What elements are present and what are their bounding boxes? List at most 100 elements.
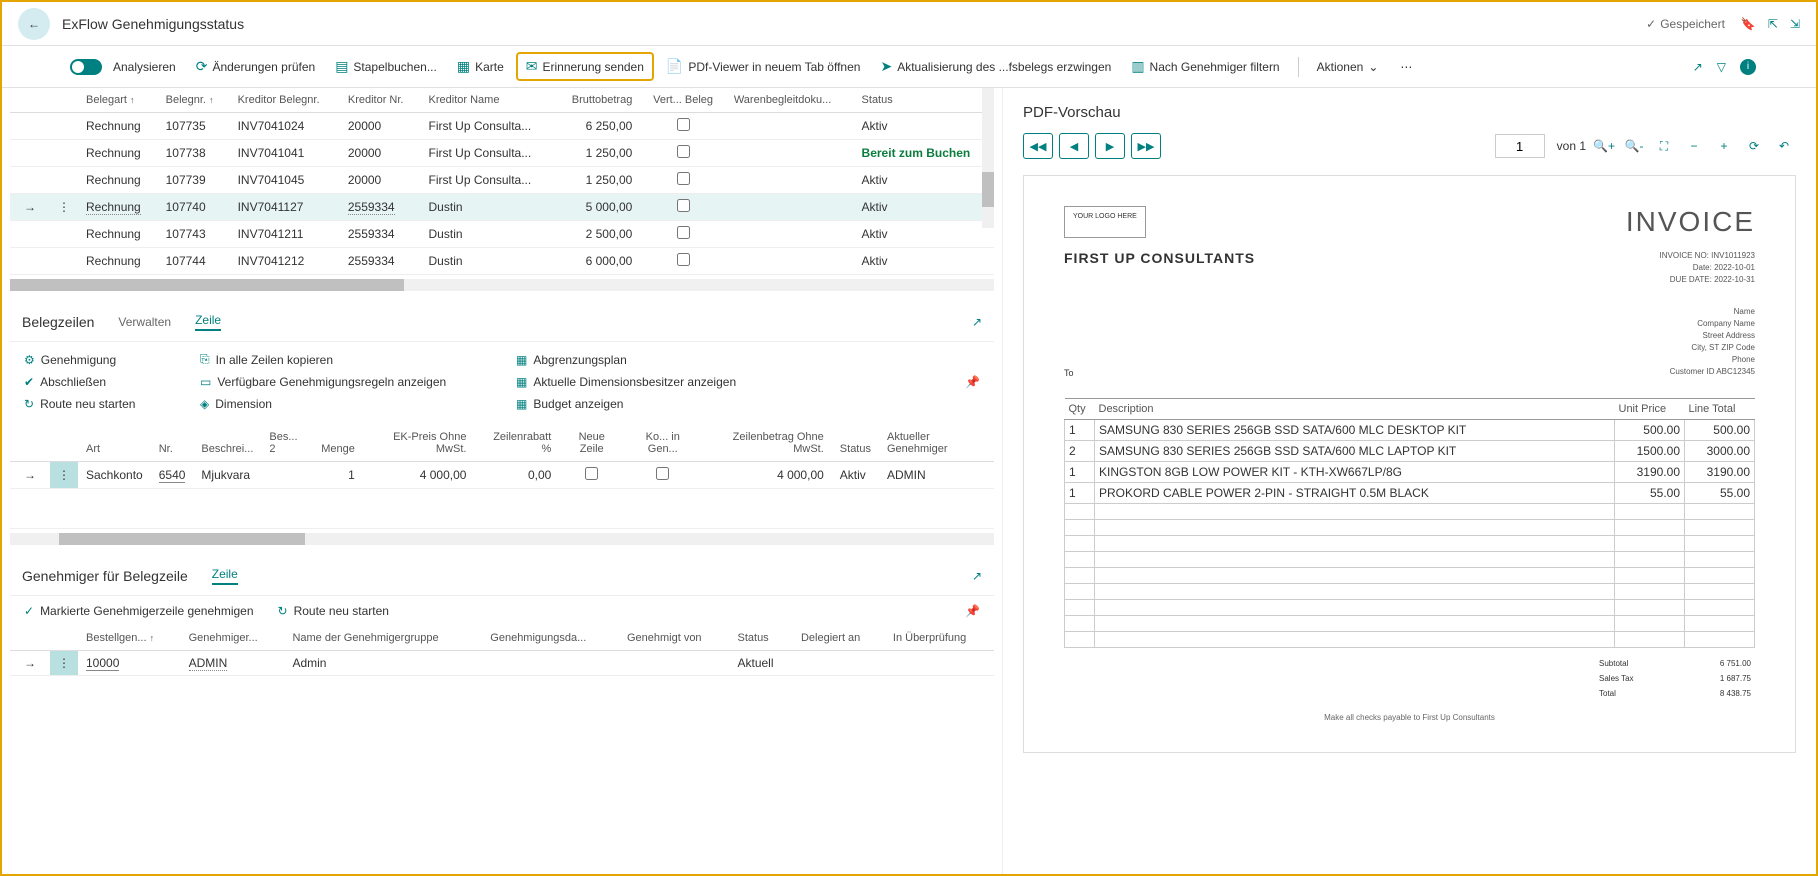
- minus-icon[interactable]: −: [1682, 134, 1706, 158]
- pin-icon[interactable]: 📌: [965, 375, 980, 389]
- row-menu[interactable]: [50, 221, 78, 248]
- tab-line[interactable]: Zeile: [212, 567, 238, 585]
- fit-icon[interactable]: ⛶: [1652, 134, 1676, 158]
- dim-owners-button[interactable]: ▦Aktuelle Dimensionsbesitzer anzeigen: [516, 375, 796, 389]
- prev-page-button[interactable]: ◀: [1059, 133, 1089, 159]
- col-approver[interactable]: Genehmiger...: [181, 626, 285, 651]
- col-desc[interactable]: Beschrei...: [193, 425, 261, 462]
- row-menu[interactable]: ⋮: [50, 651, 78, 676]
- col-no[interactable]: Nr.: [151, 425, 194, 462]
- col-unit-price[interactable]: EK-Preis Ohne MwSt.: [363, 425, 475, 462]
- col-type[interactable]: Art: [78, 425, 151, 462]
- more-icon[interactable]: ⋯: [1400, 60, 1412, 74]
- col-qty[interactable]: Menge: [313, 425, 363, 462]
- new-line-check[interactable]: [585, 467, 598, 480]
- col-status[interactable]: Status: [854, 88, 994, 113]
- col-status[interactable]: Status: [730, 626, 793, 651]
- col-doc-type[interactable]: Belegart ↑: [78, 88, 158, 113]
- row-menu[interactable]: ⋮: [50, 462, 78, 489]
- actions-dropdown[interactable]: Aktionen⌄: [1309, 56, 1387, 78]
- page-input[interactable]: [1495, 134, 1545, 158]
- share-icon[interactable]: ↗: [972, 315, 982, 329]
- info-icon[interactable]: i: [1740, 59, 1756, 75]
- col-ko-gen[interactable]: Ko... in Gen...: [624, 425, 701, 462]
- batch-book-button[interactable]: ▤Stapelbuchen...: [327, 54, 445, 79]
- horizontal-scrollbar[interactable]: [10, 279, 994, 291]
- col-discount[interactable]: Zeilenrabatt %: [474, 425, 559, 462]
- table-row[interactable]: Rechnung 107743 INV7041211 2559334 Dusti…: [10, 221, 994, 248]
- col-creditor-name[interactable]: Kreditor Name: [421, 88, 555, 113]
- col-approved-by[interactable]: Genehmigt von: [619, 626, 730, 651]
- no-link[interactable]: 6540: [159, 468, 186, 483]
- bookmark-icon[interactable]: 🔖: [1741, 17, 1756, 31]
- tab-line[interactable]: Zeile: [195, 313, 221, 331]
- col-conf-doc[interactable]: Vert... Beleg: [640, 88, 726, 113]
- filter-approver-button[interactable]: ▥Nach Genehmiger filtern: [1123, 54, 1287, 79]
- tab-manage[interactable]: Verwalten: [118, 315, 171, 329]
- table-row[interactable]: → ⋮ Rechnung 107740 INV7041127 2559334 D…: [10, 194, 994, 221]
- first-page-button[interactable]: ◀◀: [1023, 133, 1053, 159]
- col-order[interactable]: Bestellgen... ↑: [78, 626, 181, 651]
- force-update-button[interactable]: ➤Aktualisierung des ...fsbelegs erzwinge…: [872, 54, 1119, 79]
- pdf-new-tab-button[interactable]: 📄PDf-Viewer in neuem Tab öffnen: [658, 54, 869, 79]
- plus-icon[interactable]: +: [1712, 134, 1736, 158]
- table-row[interactable]: Rechnung 107735 INV7041024 20000 First U…: [10, 113, 994, 140]
- restart-route-button[interactable]: ↻Route neu starten: [278, 604, 389, 618]
- share-icon[interactable]: ↗: [972, 569, 982, 583]
- col-creditor-no[interactable]: Kreditor Nr.: [340, 88, 421, 113]
- col-goods-doc[interactable]: Warenbegleitdoku...: [726, 88, 854, 113]
- show-rules-button[interactable]: ▭Verfügbare Genehmigungsregeln anzeigen: [200, 375, 500, 389]
- row-menu[interactable]: [50, 113, 78, 140]
- col-approver[interactable]: Aktueller Genehmiger: [879, 425, 994, 462]
- conf-check[interactable]: [677, 118, 690, 131]
- ko-gen-check[interactable]: [656, 467, 669, 480]
- card-button[interactable]: ▦Karte: [449, 54, 512, 79]
- pin-icon[interactable]: 📌: [965, 604, 980, 618]
- restart-route-button[interactable]: ↻Route neu starten: [24, 397, 184, 411]
- zoom-out-icon[interactable]: 🔍-: [1622, 134, 1646, 158]
- approve-marked-button[interactable]: ✓Markierte Genehmigerzeile genehmigen: [24, 604, 254, 618]
- table-row[interactable]: Rechnung 107739 INV7041045 20000 First U…: [10, 167, 994, 194]
- vertical-scrollbar[interactable]: [982, 88, 994, 228]
- col-desc2[interactable]: Bes... 2: [261, 425, 313, 462]
- zoom-in-icon[interactable]: 🔍+: [1592, 134, 1616, 158]
- col-approval-date[interactable]: Genehmigungsda...: [482, 626, 619, 651]
- table-row[interactable]: Rechnung 107738 INV7041041 20000 First U…: [10, 140, 994, 167]
- col-doc-no[interactable]: Belegnr. ↑: [158, 88, 230, 113]
- accrual-button[interactable]: ▦Abgrenzungsplan: [516, 352, 796, 367]
- toggle-switch[interactable]: [70, 59, 102, 75]
- copy-all-button[interactable]: ⎘In alle Zeilen kopieren: [200, 352, 500, 367]
- conf-check[interactable]: [677, 199, 690, 212]
- share-icon[interactable]: ↗: [1693, 60, 1703, 74]
- row-menu[interactable]: ⋮: [50, 194, 78, 221]
- row-menu[interactable]: [50, 140, 78, 167]
- approver-row[interactable]: → ⋮ 10000 ADMIN Admin Aktuell: [10, 651, 994, 676]
- filter-pane-icon[interactable]: ▽: [1717, 60, 1726, 74]
- col-in-review[interactable]: In Überprüfung: [885, 626, 994, 651]
- line-row[interactable]: → ⋮ Sachkonto 6540 Mjukvara 1 4 000,00 0…: [10, 462, 994, 489]
- analyze-toggle[interactable]: Analysieren: [62, 55, 184, 79]
- col-creditor-doc-no[interactable]: Kreditor Belegnr.: [230, 88, 340, 113]
- col-line-amount[interactable]: Zeilenbetrag Ohne MwSt.: [701, 425, 831, 462]
- budget-button[interactable]: ▦Budget anzeigen: [516, 397, 796, 411]
- table-row[interactable]: Rechnung 107744 INV7041212 2559334 Dusti…: [10, 248, 994, 275]
- refresh-icon[interactable]: ⟳: [1742, 134, 1766, 158]
- collapse-icon[interactable]: ⇲: [1790, 17, 1800, 31]
- undo-icon[interactable]: ↶: [1772, 134, 1796, 158]
- conf-check[interactable]: [677, 226, 690, 239]
- dimension-button[interactable]: ◈Dimension: [200, 397, 500, 411]
- col-group-name[interactable]: Name der Genehmigergruppe: [284, 626, 482, 651]
- row-menu[interactable]: [50, 167, 78, 194]
- last-page-button[interactable]: ▶▶: [1131, 133, 1161, 159]
- back-button[interactable]: ←: [18, 8, 50, 40]
- send-reminder-button[interactable]: ✉Erinnerung senden: [516, 52, 654, 81]
- col-delegated[interactable]: Delegiert an: [793, 626, 885, 651]
- next-page-button[interactable]: ▶: [1095, 133, 1125, 159]
- complete-button[interactable]: ✔Abschließen: [24, 375, 184, 389]
- check-changes-button[interactable]: ⟳Änderungen prüfen: [188, 54, 323, 79]
- row-menu[interactable]: [50, 248, 78, 275]
- conf-check[interactable]: [677, 253, 690, 266]
- horizontal-scrollbar[interactable]: [10, 533, 994, 545]
- conf-check[interactable]: [677, 172, 690, 185]
- approval-button[interactable]: ⚙Genehmigung: [24, 352, 184, 367]
